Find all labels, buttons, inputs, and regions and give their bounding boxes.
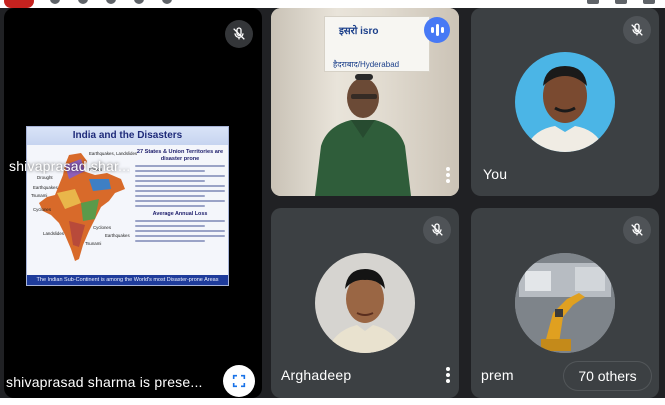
audio-level-icon <box>424 17 450 43</box>
map-label: Drought <box>37 175 53 180</box>
bottom-strip <box>0 398 665 405</box>
slide-bullet <box>135 180 205 182</box>
mic-off-icon <box>623 216 651 244</box>
wifi-icon <box>615 0 627 4</box>
slide-bullet <box>135 195 205 197</box>
map-label: Earthquakes <box>33 185 58 190</box>
participant-name: You <box>483 166 508 182</box>
others-count-button[interactable]: 70 others <box>563 361 652 391</box>
participant-name: shivaprasad shar... <box>9 158 131 174</box>
status-icon <box>50 0 60 4</box>
map-label: Cyclones <box>93 225 112 230</box>
wall-sign: इसरो isro हैदराबाद/Hyderabad <box>324 16 430 72</box>
mic-off-icon <box>225 20 253 48</box>
slide-bullet <box>135 200 225 202</box>
slide-bullet <box>135 170 205 172</box>
slide-bullet <box>135 235 225 237</box>
slide-heading: 27 States & Union Territories are disast… <box>136 149 224 162</box>
slide-bullet <box>135 165 225 167</box>
slide-bullet <box>135 175 225 177</box>
map-label: Earthquakes, Landslides <box>89 151 138 156</box>
shared-slide: India and the Disasters Earthquakes, Lan… <box>26 126 229 286</box>
slide-bullet <box>135 230 225 232</box>
sign-text-top: इसरो isro <box>339 26 379 37</box>
more-options-button[interactable] <box>439 363 457 387</box>
participant-name: Arghadeep <box>281 367 352 383</box>
status-icon <box>106 0 116 4</box>
recording-indicator <box>4 0 34 8</box>
speaker-video <box>315 74 411 196</box>
battery-icon <box>643 0 655 4</box>
participant-tile-shivaprasad[interactable]: इसरो isro हैदराबाद/Hyderabad <box>271 8 459 196</box>
slide-bullet <box>135 205 205 207</box>
more-vert-icon <box>446 167 450 183</box>
status-icon <box>162 0 172 4</box>
map-label: Earthquakes <box>105 233 130 238</box>
mic-off-icon <box>623 16 651 44</box>
slide-bullet <box>135 240 205 242</box>
slide-bullet <box>135 220 225 222</box>
slide-title: India and the Disasters <box>27 127 228 145</box>
map-label: Cyclones <box>33 207 52 212</box>
slide-bullet <box>135 190 225 192</box>
avatar <box>515 52 615 152</box>
map-label: Landslides <box>43 231 64 236</box>
map-label: Tsunami <box>31 193 48 198</box>
slide-text-column: 27 States & Union Territories are disast… <box>133 149 227 242</box>
presentation-tile[interactable]: India and the Disasters Earthquakes, Lan… <box>4 8 262 398</box>
status-strip <box>0 0 665 8</box>
status-icons-left <box>50 0 172 6</box>
avatar <box>515 253 615 353</box>
more-options-button[interactable] <box>439 163 457 187</box>
slide-bullet <box>135 185 225 187</box>
slide-footer: The Indian Sub-Continent is among the Wo… <box>27 275 228 285</box>
signal-icon <box>587 0 599 4</box>
map-label: Tsunami <box>85 241 102 246</box>
avatar <box>315 253 415 353</box>
fullscreen-button[interactable] <box>223 365 255 397</box>
slide-bullet <box>135 225 205 227</box>
presenter-label: shivaprasad sharma is prese... <box>6 374 203 390</box>
status-icon <box>134 0 144 4</box>
status-icon <box>78 0 88 4</box>
status-icons-right <box>587 0 655 4</box>
meeting-grid: India and the Disasters Earthquakes, Lan… <box>0 0 665 405</box>
more-vert-icon <box>446 367 450 383</box>
fullscreen-icon <box>232 374 246 388</box>
slide-subheading: Average Annual Loss <box>152 211 208 217</box>
participant-name: prem <box>481 367 514 383</box>
mic-off-icon <box>423 216 451 244</box>
